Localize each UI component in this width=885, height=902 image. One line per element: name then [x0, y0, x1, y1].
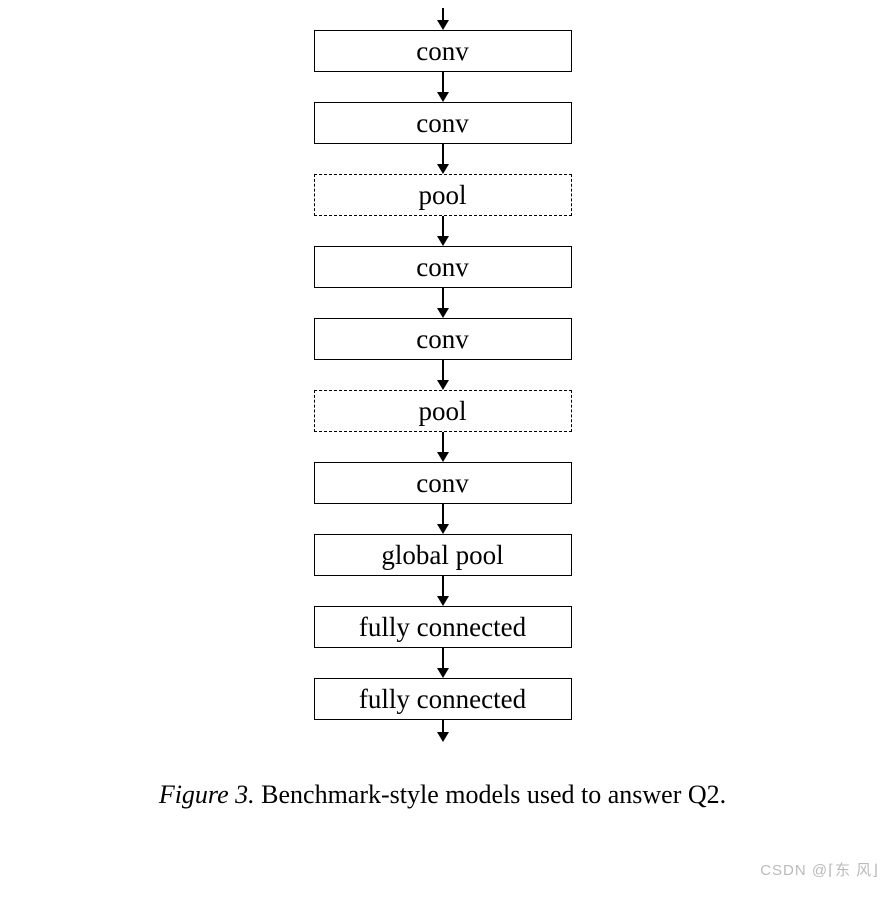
arrow: [437, 144, 449, 174]
layer-label: global pool: [381, 540, 503, 571]
layer-box-conv-2: conv: [314, 102, 572, 144]
layer-label: conv: [416, 108, 468, 139]
layer-label: conv: [416, 252, 468, 283]
arrow: [437, 648, 449, 678]
layer-label: pool: [418, 396, 466, 427]
arrow: [437, 72, 449, 102]
layer-label: fully connected: [359, 684, 526, 715]
arrow: [437, 504, 449, 534]
layer-box-conv-1: conv: [314, 30, 572, 72]
layer-label: conv: [416, 36, 468, 67]
watermark: CSDN @⌈东 风⌋: [760, 859, 879, 880]
layer-box-pool-1: pool: [314, 174, 572, 216]
arrow: [437, 576, 449, 606]
arrow-output: [437, 720, 449, 742]
arrow-input: [437, 8, 449, 30]
figure-caption: Figure 3. Benchmark-style models used to…: [0, 780, 885, 810]
layer-box-global-pool: global pool: [314, 534, 572, 576]
caption-prefix: Figure 3.: [159, 780, 255, 809]
layer-box-conv-5: conv: [314, 462, 572, 504]
caption-text: Benchmark-style models used to answer Q2…: [255, 780, 727, 809]
layer-label: conv: [416, 324, 468, 355]
layer-label: pool: [418, 180, 466, 211]
layer-box-fc-2: fully connected: [314, 678, 572, 720]
layer-box-fc-1: fully connected: [314, 606, 572, 648]
layer-label: conv: [416, 468, 468, 499]
arrow: [437, 360, 449, 390]
layer-box-conv-3: conv: [314, 246, 572, 288]
layer-box-conv-4: conv: [314, 318, 572, 360]
arrow: [437, 432, 449, 462]
arrow: [437, 288, 449, 318]
architecture-diagram: conv conv pool conv conv pool co: [0, 0, 885, 742]
layer-box-pool-2: pool: [314, 390, 572, 432]
layer-label: fully connected: [359, 612, 526, 643]
arrow: [437, 216, 449, 246]
